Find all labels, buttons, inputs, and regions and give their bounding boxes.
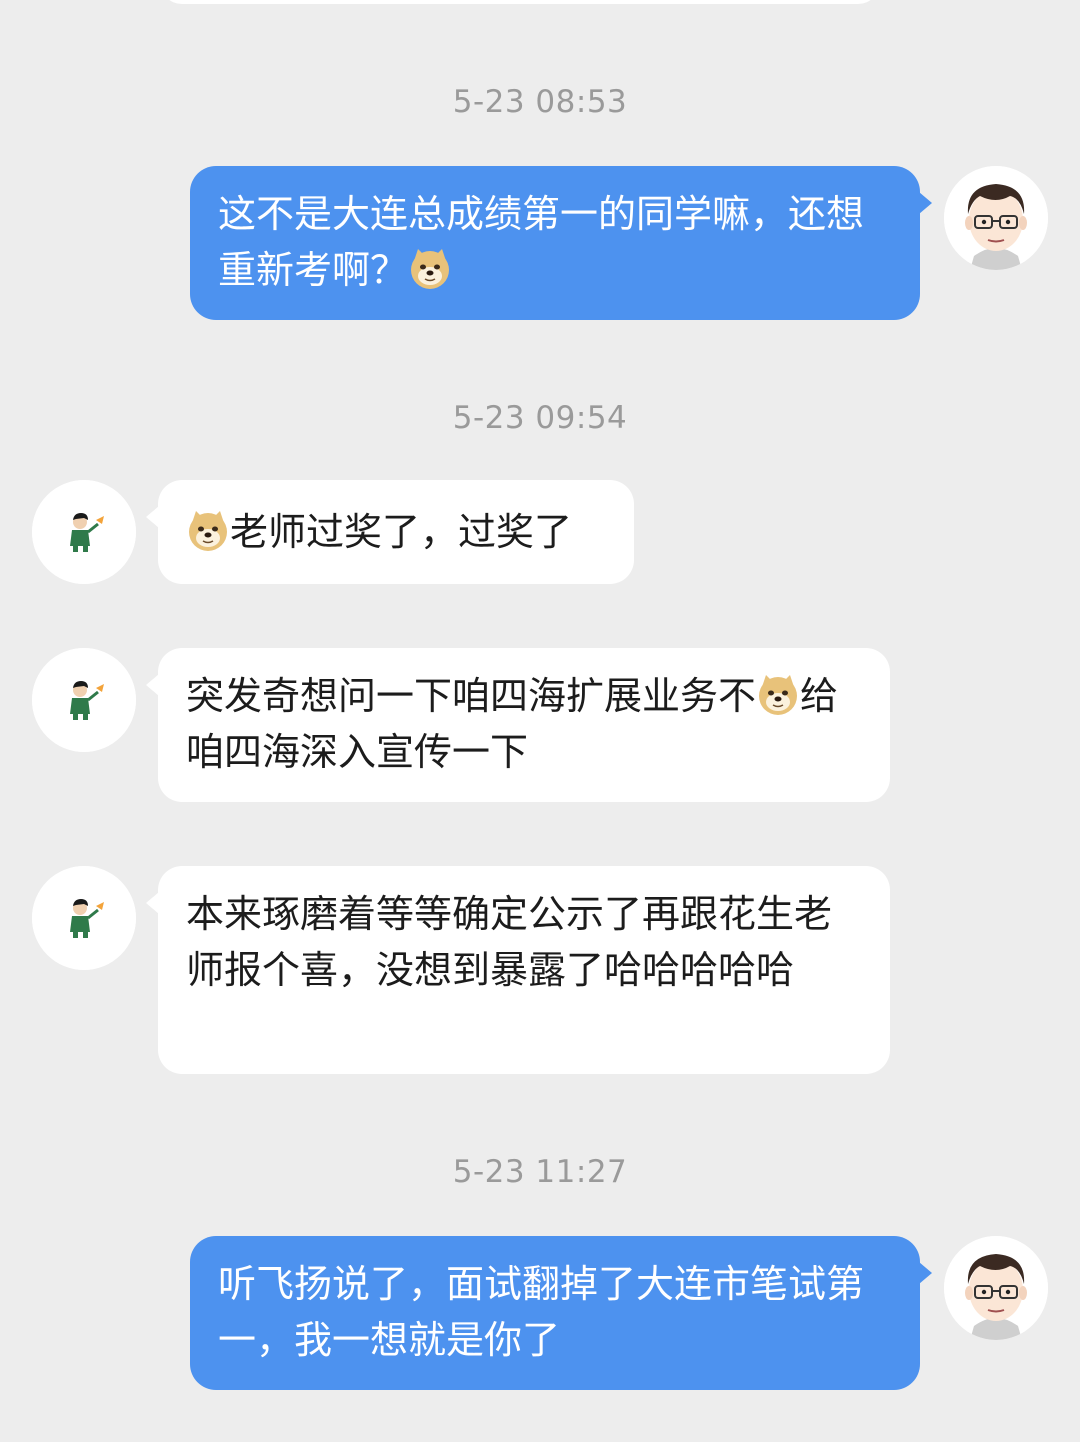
doge-emoji-icon [408,247,452,291]
student-avatar[interactable] [32,480,136,584]
teacher-avatar[interactable] [944,1236,1048,1340]
student-avatar-icon [32,866,136,970]
incoming-message-bubble[interactable]: 突发奇想问一下咱四海扩展业务不 给咱四海深入宣传一下 [146,648,890,802]
student-avatar[interactable] [32,866,136,970]
outgoing-message-bubble[interactable]: 这不是大连总成绩第一的同学嘛，还想重新考啊？ [190,166,932,320]
message-text: 本来琢磨着等等确定公示了再跟花生老师报个喜，没想到暴露了哈哈哈哈哈 [186,892,833,992]
student-avatar[interactable] [32,648,136,752]
doge-emoji-icon [186,509,230,553]
doge-emoji-icon [756,673,800,717]
teacher-face-icon [944,166,1048,270]
chat-message-list[interactable]: 5-23 08:53 这不是大连总成绩第一的同学嘛，还想重新考啊？ 5-23 0… [0,0,1080,1442]
message-text: 突发奇想问一下咱四海扩展业务不 [186,674,757,718]
teacher-face-icon [944,1236,1048,1340]
message-timestamp: 5-23 09:54 [452,400,628,436]
message-timestamp: 5-23 11:27 [452,1154,628,1190]
student-avatar-icon [32,480,136,584]
message-timestamp: 5-23 08:53 [452,84,628,120]
student-avatar-icon [32,648,136,752]
incoming-message-bubble[interactable]: 本来琢磨着等等确定公示了再跟花生老师报个喜，没想到暴露了哈哈哈哈哈 [146,866,890,1074]
message-text: 听飞扬说了，面试翻掉了大连市笔试第一，我一想就是你了 [218,1262,865,1362]
message-text: 这不是大连总成绩第一的同学嘛，还想重新考啊？ [218,192,865,292]
incoming-message-bubble[interactable]: 老师过奖了，过奖了 [146,480,634,584]
message-text: 老师过奖了，过奖了 [230,510,573,554]
previous-message-bubble[interactable] [160,0,880,4]
teacher-avatar[interactable] [944,166,1048,270]
outgoing-message-bubble[interactable]: 听飞扬说了，面试翻掉了大连市笔试第一，我一想就是你了 [190,1236,932,1390]
